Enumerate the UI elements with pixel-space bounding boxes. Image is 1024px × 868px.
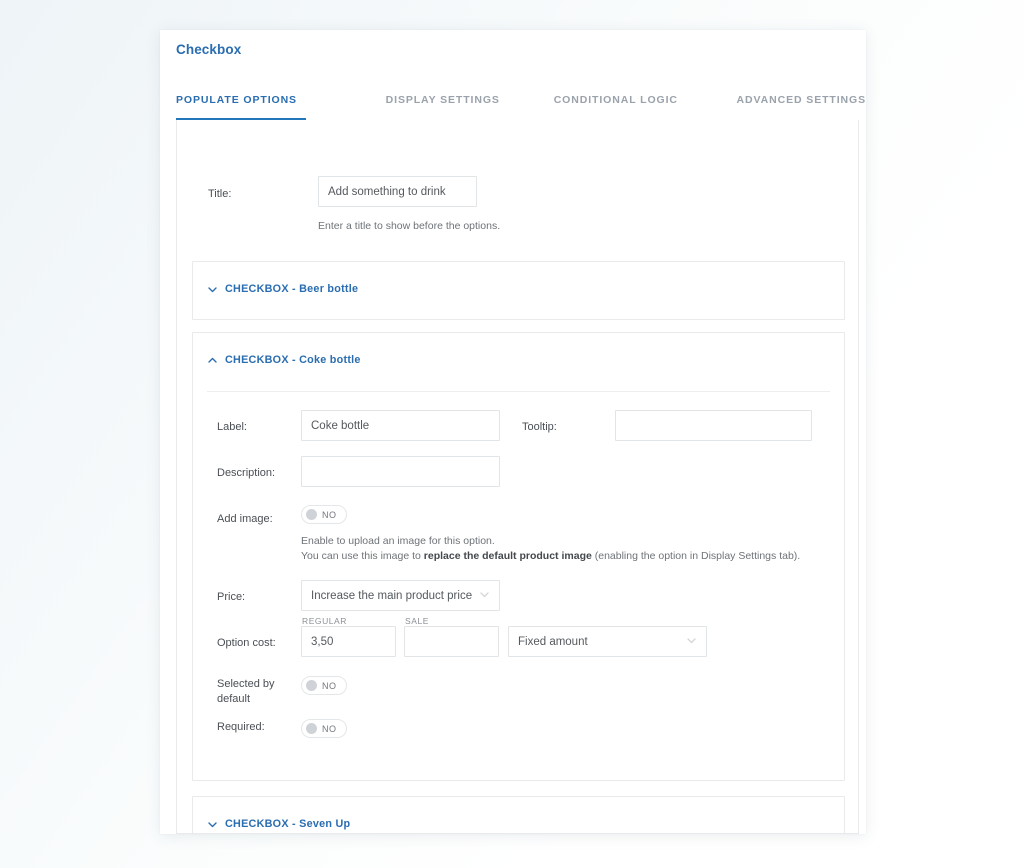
accordion-header-seven-up[interactable]: CHECKBOX - Seven Up (193, 797, 844, 833)
tooltip-field-label: Tooltip: (522, 421, 557, 433)
required-toggle-value: NO (322, 723, 337, 734)
checkbox-settings-card: Checkbox POPULATE OPTIONS DISPLAY SETTIN… (160, 30, 866, 834)
accordion-title-coke-bottle: CHECKBOX - Coke bottle (225, 354, 361, 366)
chevron-down-icon (207, 819, 218, 830)
hint-text-post: (enabling the option in Display Settings… (591, 550, 801, 562)
title-field-hint: Enter a title to show before the options… (318, 220, 501, 232)
selected-by-default-toggle[interactable]: NO (301, 676, 347, 695)
accordion-title-beer-bottle: CHECKBOX - Beer bottle (225, 283, 359, 295)
accordion-header-coke-bottle[interactable]: CHECKBOX - Coke bottle (193, 333, 844, 387)
selected-by-default-label: Selected by default (217, 678, 275, 705)
page-background: Checkbox POPULATE OPTIONS DISPLAY SETTIN… (0, 0, 1024, 868)
add-image-toggle[interactable]: NO (301, 505, 347, 524)
description-input[interactable] (301, 456, 500, 487)
chevron-down-icon (479, 589, 490, 603)
label-field-label: Label: (217, 421, 247, 433)
regular-price-micro-label: REGULAR (302, 616, 347, 626)
tab-display-settings[interactable]: DISPLAY SETTINGS (386, 88, 500, 106)
chevron-up-icon (207, 355, 218, 366)
description-field-label: Description: (217, 467, 276, 479)
chevron-down-icon (686, 635, 697, 649)
accordion-divider (207, 391, 830, 392)
add-image-hint: Enable to upload an image for this optio… (301, 534, 821, 564)
amount-type-select[interactable]: Fixed amount (508, 626, 707, 657)
title-input[interactable] (318, 176, 477, 207)
sale-price-input[interactable] (404, 626, 499, 657)
price-select-value: Increase the main product price (311, 589, 473, 602)
tab-advanced-settings[interactable]: ADVANCED SETTINGS (737, 88, 866, 106)
price-select[interactable]: Increase the main product price (301, 580, 500, 611)
label-input[interactable] (301, 410, 500, 441)
tab-populate-options[interactable]: POPULATE OPTIONS (176, 88, 297, 106)
toggle-knob-icon (306, 723, 317, 734)
title-field-label: Title: (208, 188, 232, 200)
accordion-beer-bottle[interactable]: CHECKBOX - Beer bottle (192, 261, 845, 320)
sale-price-micro-label: SALE (405, 616, 429, 626)
tooltip-input[interactable] (615, 410, 812, 441)
add-image-hint-line-1: Enable to upload an image for this optio… (301, 535, 495, 547)
accordion-seven-up[interactable]: CHECKBOX - Seven Up (192, 796, 845, 833)
add-image-hint-line-2: You can use this image to replace the de… (301, 549, 821, 564)
chevron-down-icon (207, 284, 218, 295)
required-label: Required: (217, 721, 265, 733)
accordion-coke-bottle: CHECKBOX - Coke bottle Label: Tooltip: D… (192, 332, 845, 781)
regular-price-input[interactable] (301, 626, 396, 657)
accordion-title-seven-up: CHECKBOX - Seven Up (225, 818, 351, 830)
option-cost-label: Option cost: (217, 637, 276, 649)
add-image-toggle-value: NO (322, 509, 337, 520)
add-image-label: Add image: (217, 513, 273, 525)
hint-text-bold: replace the default product image (423, 550, 592, 562)
accordion-header-beer-bottle[interactable]: CHECKBOX - Beer bottle (193, 262, 844, 316)
page-title: Checkbox (176, 42, 242, 57)
toggle-knob-icon (306, 509, 317, 520)
populate-options-panel: Title: Enter a title to show before the … (176, 120, 859, 834)
required-toggle[interactable]: NO (301, 719, 347, 738)
tab-conditional-logic[interactable]: CONDITIONAL LOGIC (554, 88, 678, 106)
amount-type-select-value: Fixed amount (518, 635, 588, 648)
price-field-label: Price: (217, 591, 246, 603)
toggle-knob-icon (306, 680, 317, 691)
selected-by-default-toggle-value: NO (322, 680, 337, 691)
hint-text-pre: You can use this image to (301, 550, 424, 562)
